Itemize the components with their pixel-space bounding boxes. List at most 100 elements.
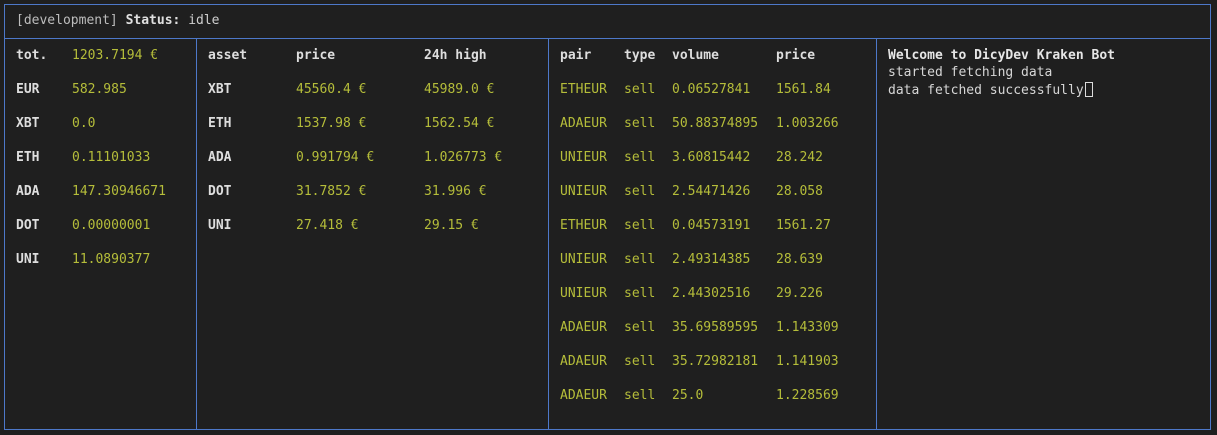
- trade-pair: ETHEUR: [560, 218, 607, 233]
- trade-volume: 35.69589595: [672, 320, 759, 335]
- trade-type: sell: [624, 252, 656, 267]
- status-line: [development] Status: idle: [16, 13, 220, 28]
- trade-volume: 3.60815442: [672, 150, 751, 165]
- assets-pane: asset price 24h high XBT 45560.4 € 45989…: [197, 39, 549, 429]
- log-title: Welcome to DicyDev Kraken Bot: [888, 48, 1115, 63]
- trade-type: sell: [624, 218, 656, 233]
- column-header-price: price: [296, 48, 336, 63]
- column-header-price: price: [776, 48, 816, 63]
- trade-row: ADAEUR sell 50.88374895 1.003266: [549, 116, 876, 136]
- asset-price: 31.7852 €: [296, 184, 367, 199]
- balance-value: 11.0890377: [72, 252, 151, 267]
- balance-label: EUR: [16, 82, 40, 97]
- trade-price: 29.226: [776, 286, 823, 301]
- trade-price: 1.143309: [776, 320, 839, 335]
- trade-row: ETHEUR sell 0.04573191 1561.27: [549, 218, 876, 238]
- balance-value: 582.985: [72, 82, 127, 97]
- asset-row: ETH 1537.98 € 1562.54 €: [197, 116, 548, 136]
- trade-type: sell: [624, 82, 656, 97]
- asset-24h-high: 31.996 €: [424, 184, 487, 199]
- balance-row: XBT 0.0: [5, 116, 196, 136]
- balance-label: ADA: [16, 184, 40, 199]
- asset-24h-high: 29.15 €: [424, 218, 479, 233]
- trade-pair: ETHEUR: [560, 82, 607, 97]
- balance-label: DOT: [16, 218, 40, 233]
- balance-value: 147.30946671: [72, 184, 166, 199]
- asset-name: ADA: [208, 150, 232, 165]
- trade-row: UNIEUR sell 3.60815442 28.242: [549, 150, 876, 170]
- balance-value: 0.0: [72, 116, 96, 131]
- balance-row: UNI 11.0890377: [5, 252, 196, 272]
- trade-type: sell: [624, 184, 656, 199]
- log-pane[interactable]: Welcome to DicyDev Kraken Bot started fe…: [877, 39, 1210, 429]
- asset-name: XBT: [208, 82, 232, 97]
- asset-price: 0.991794 €: [296, 150, 375, 165]
- trade-price: 1.228569: [776, 388, 839, 403]
- log-line: data fetched successfully: [888, 83, 1084, 98]
- asset-row: UNI 27.418 € 29.15 €: [197, 218, 548, 238]
- asset-price: 1537.98 €: [296, 116, 367, 131]
- trade-row: UNIEUR sell 2.44302516 29.226: [549, 286, 876, 306]
- asset-24h-high: 1562.54 €: [424, 116, 495, 131]
- trade-price: 1561.27: [776, 218, 831, 233]
- asset-name: ETH: [208, 116, 232, 131]
- trade-volume: 2.54471426: [672, 184, 751, 199]
- column-header-pair: pair: [560, 48, 592, 63]
- balance-label: XBT: [16, 116, 40, 131]
- trade-pair: ADAEUR: [560, 116, 607, 131]
- asset-price: 27.418 €: [296, 218, 359, 233]
- status-bar: [development] Status: idle: [4, 4, 1211, 38]
- column-header-asset: asset: [208, 48, 248, 63]
- trade-row: UNIEUR sell 2.49314385 28.639: [549, 252, 876, 272]
- trade-pair: UNIEUR: [560, 286, 607, 301]
- trade-type: sell: [624, 286, 656, 301]
- balance-row: EUR 582.985: [5, 82, 196, 102]
- trade-volume: 25.0: [672, 388, 704, 403]
- balance-label: UNI: [16, 252, 40, 267]
- balance-label: tot.: [16, 48, 48, 63]
- trade-type: sell: [624, 150, 656, 165]
- environment-tag: [development]: [16, 13, 118, 28]
- trade-row: ADAEUR sell 25.0 1.228569: [549, 388, 876, 408]
- trade-volume: 50.88374895: [672, 116, 759, 131]
- trade-volume: 2.49314385: [672, 252, 751, 267]
- trade-type: sell: [624, 320, 656, 335]
- asset-24h-high: 45989.0 €: [424, 82, 495, 97]
- balance-row: ADA 147.30946671: [5, 184, 196, 204]
- balance-value: 1203.7194 €: [72, 48, 159, 63]
- trade-type: sell: [624, 116, 656, 131]
- trade-price: 28.242: [776, 150, 823, 165]
- trade-row: UNIEUR sell 2.54471426 28.058: [549, 184, 876, 204]
- column-header-volume: volume: [672, 48, 719, 63]
- trade-volume: 0.06527841: [672, 82, 751, 97]
- trade-pair: ADAEUR: [560, 320, 607, 335]
- status-label: Status:: [125, 13, 181, 28]
- main-panes: tot. 1203.7194 € EUR 582.985 XBT 0.0 ETH…: [4, 38, 1211, 430]
- column-header-type: type: [624, 48, 656, 63]
- trade-row: ADAEUR sell 35.72982181 1.141903: [549, 354, 876, 374]
- trade-price: 1.141903: [776, 354, 839, 369]
- text-cursor: [1084, 82, 1093, 97]
- asset-price: 45560.4 €: [296, 82, 367, 97]
- trade-type: sell: [624, 388, 656, 403]
- asset-name: DOT: [208, 184, 232, 199]
- assets-header-row: asset price 24h high: [197, 48, 548, 68]
- trades-pane: pair type volume price ETHEUR sell 0.065…: [549, 39, 877, 429]
- balance-pane: tot. 1203.7194 € EUR 582.985 XBT 0.0 ETH…: [5, 39, 197, 429]
- balance-value: 0.11101033: [72, 150, 151, 165]
- balance-value: 0.00000001: [72, 218, 151, 233]
- trade-volume: 0.04573191: [672, 218, 751, 233]
- trade-volume: 2.44302516: [672, 286, 751, 301]
- trade-price: 1.003266: [776, 116, 839, 131]
- trade-pair: UNIEUR: [560, 184, 607, 199]
- asset-row: ADA 0.991794 € 1.026773 €: [197, 150, 548, 170]
- trade-price: 1561.84: [776, 82, 831, 97]
- trade-row: ETHEUR sell 0.06527841 1561.84: [549, 82, 876, 102]
- trade-pair: UNIEUR: [560, 150, 607, 165]
- asset-name: UNI: [208, 218, 232, 233]
- status-value: idle: [188, 13, 220, 28]
- trade-price: 28.058: [776, 184, 823, 199]
- trade-row: ADAEUR sell 35.69589595 1.143309: [549, 320, 876, 340]
- column-header-24h-high: 24h high: [424, 48, 487, 63]
- asset-row: DOT 31.7852 € 31.996 €: [197, 184, 548, 204]
